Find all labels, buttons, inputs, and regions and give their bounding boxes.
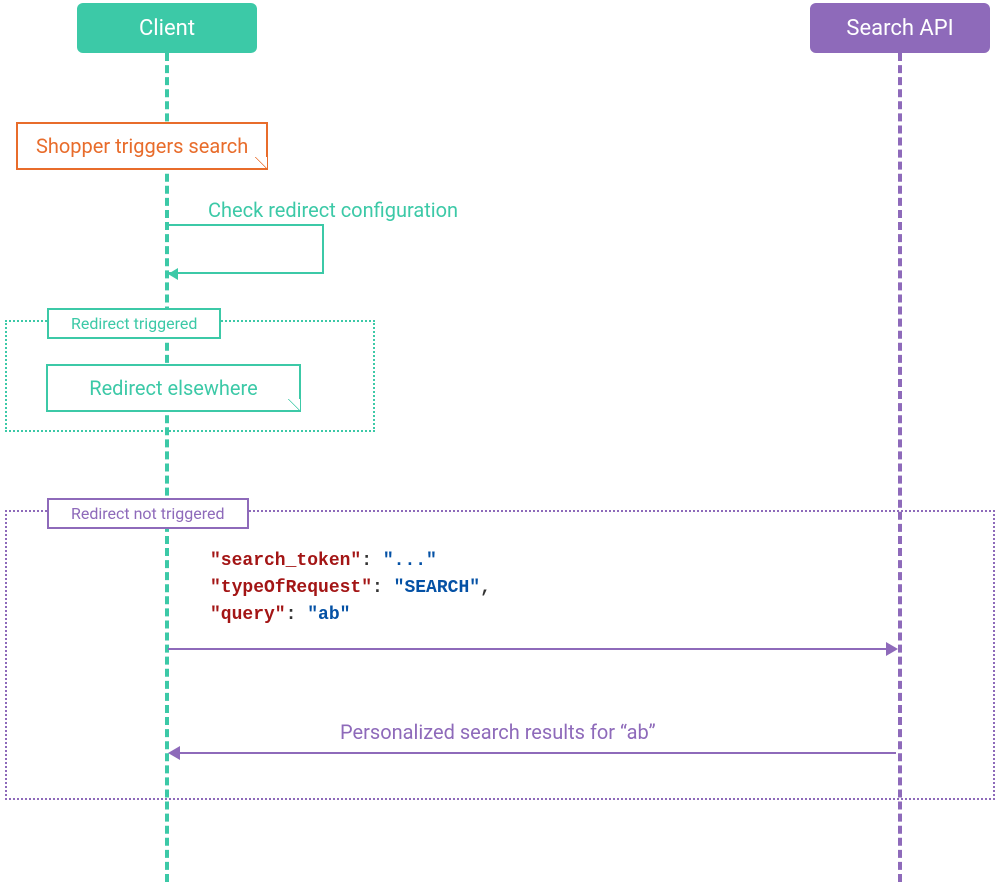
json-value: "ab": [307, 605, 350, 625]
participant-api-label: Search API: [846, 16, 953, 41]
code-line: "search_token": "...": [210, 548, 491, 575]
note-text: Redirect elsewhere: [89, 376, 258, 400]
json-colon: :: [361, 551, 383, 571]
participant-client-label: Client: [139, 16, 195, 41]
response-arrow: [176, 752, 896, 754]
fragment-label: Redirect not triggered: [47, 498, 249, 529]
note-redirect-elsewhere: Redirect elsewhere: [46, 364, 301, 412]
self-message-label: Check redirect configuration: [208, 198, 458, 222]
note-shopper-triggers-search: Shopper triggers search: [16, 122, 268, 170]
json-value: "...": [383, 551, 437, 571]
json-comma: ,: [480, 578, 491, 598]
json-colon: :: [372, 578, 394, 598]
fragment-redirect-not-triggered: Redirect not triggered: [5, 510, 995, 800]
request-arrowhead-icon: [886, 642, 898, 656]
json-colon: :: [286, 605, 308, 625]
json-key: "search_token": [210, 551, 361, 571]
participant-search-api: Search API: [810, 3, 990, 53]
json-key: "typeOfRequest": [210, 578, 372, 598]
self-message-path: [168, 224, 324, 274]
json-key: "query": [210, 605, 286, 625]
note-text: Shopper triggers search: [36, 134, 248, 158]
request-payload: "search_token": "..." "typeOfRequest": "…: [210, 548, 491, 629]
code-line: "typeOfRequest": "SEARCH",: [210, 575, 491, 602]
request-arrow: [168, 648, 892, 650]
self-message-arrowhead-icon: [168, 268, 178, 280]
participant-client: Client: [77, 3, 257, 53]
fragment-label: Redirect triggered: [47, 308, 221, 339]
response-arrowhead-icon: [168, 746, 180, 760]
code-line: "query": "ab": [210, 602, 491, 629]
response-label: Personalized search results for “ab”: [340, 720, 656, 744]
json-value: "SEARCH": [394, 578, 480, 598]
